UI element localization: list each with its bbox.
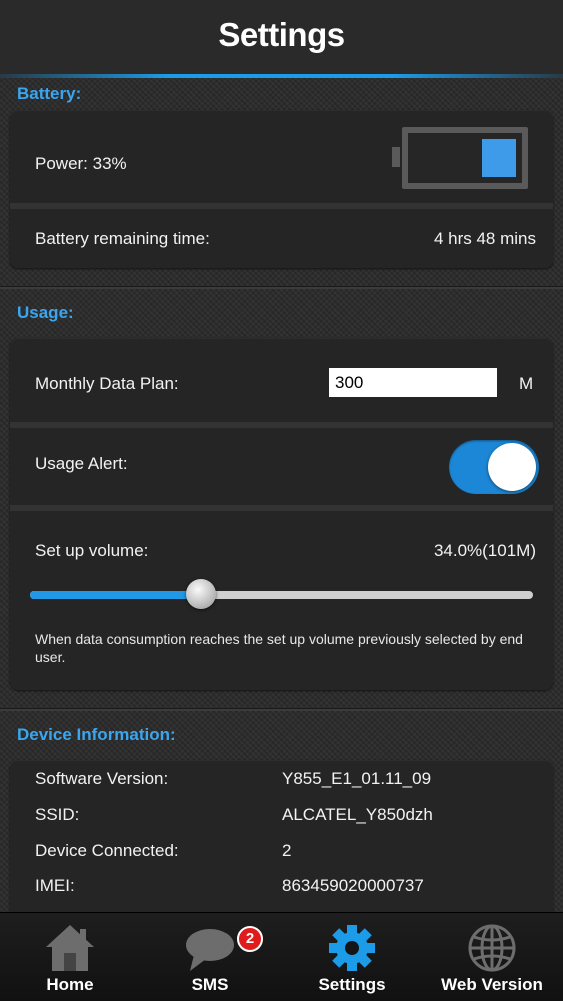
device-row-value: Y855_E1_01.11_09 — [282, 769, 432, 788]
volume-slider[interactable] — [30, 579, 533, 609]
volume-slider-fill — [30, 591, 201, 599]
device-row-label: Device Connected: — [35, 841, 179, 860]
gear-icon — [329, 925, 375, 971]
device-row-value: 863459020000737 — [282, 876, 424, 895]
device-row-value: ALCATEL_Y850dzh — [282, 805, 433, 824]
device-row-label: SSID: — [35, 805, 80, 824]
monthly-plan-unit: M — [519, 374, 534, 393]
tab-settings[interactable]: Settings — [282, 913, 422, 1001]
device-row-value: 2 — [282, 841, 292, 860]
globe-icon — [468, 924, 516, 972]
volume-slider-thumb[interactable] — [186, 579, 216, 609]
toggle-knob — [488, 443, 536, 491]
tab-sms[interactable]: SMS — [140, 913, 280, 1001]
monthly-plan-label: Monthly Data Plan: — [35, 374, 179, 393]
bottom-tab-bar: Home SMS Settings Web Version — [0, 912, 563, 1001]
usage-row-divider — [10, 505, 553, 511]
header-accent-line — [0, 74, 563, 78]
section-divider — [0, 708, 563, 711]
sms-unread-badge: 2 — [237, 926, 263, 952]
header-bar: Settings — [0, 0, 563, 78]
battery-row-divider — [10, 203, 553, 209]
battery-remaining-value: 4 hrs 48 mins — [433, 229, 536, 248]
tab-sms-label: SMS — [191, 975, 229, 994]
usage-alert-label: Usage Alert: — [35, 454, 128, 473]
usage-alert-toggle[interactable] — [449, 440, 539, 494]
tab-web-version-label: Web Version — [441, 975, 543, 994]
battery-level-fill — [482, 139, 516, 177]
chat-bubble-icon — [186, 929, 234, 971]
section-divider — [0, 286, 563, 289]
battery-section-title: Battery: — [17, 84, 82, 103]
usage-row-divider — [10, 422, 553, 428]
tab-web-version[interactable]: Web Version — [422, 913, 562, 1001]
home-icon — [46, 925, 94, 971]
device-row-label: Software Version: — [35, 769, 169, 788]
page-title: Settings — [218, 16, 345, 53]
battery-remaining-label: Battery remaining time: — [35, 229, 210, 248]
tab-home-label: Home — [46, 975, 94, 994]
tab-settings-label: Settings — [318, 975, 386, 994]
battery-cap — [392, 147, 400, 167]
device-row-label: IMEI: — [35, 876, 75, 895]
battery-body — [402, 127, 528, 189]
tab-home[interactable]: Home — [0, 913, 140, 1001]
volume-note: When data consumption reaches the set up… — [35, 631, 523, 665]
setup-volume-label: Set up volume: — [35, 541, 149, 560]
setup-volume-value: 34.0%(101M) — [433, 541, 536, 560]
battery-icon — [392, 127, 528, 189]
usage-section-title: Usage: — [17, 303, 74, 322]
device-section-title: Device Information: — [17, 725, 176, 744]
monthly-plan-input[interactable] — [329, 368, 497, 397]
battery-power-label: Power: 33% — [35, 154, 127, 173]
